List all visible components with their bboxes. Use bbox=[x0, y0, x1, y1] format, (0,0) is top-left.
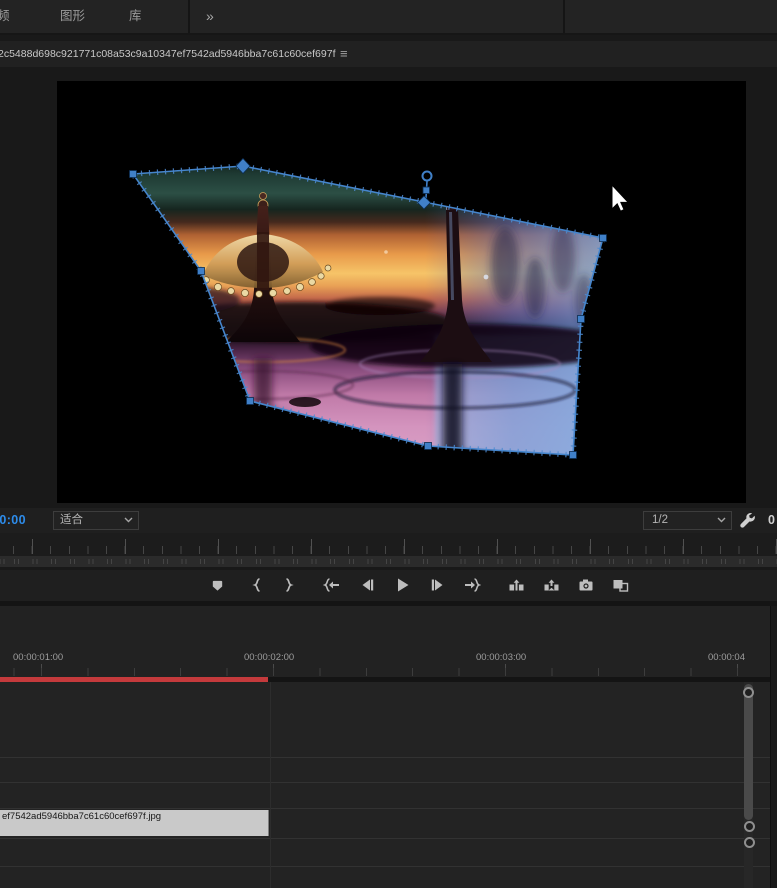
export-frame-button[interactable] bbox=[574, 574, 598, 596]
settings-wrench-button[interactable] bbox=[738, 511, 756, 529]
track-divider bbox=[0, 782, 770, 783]
transport-bar bbox=[0, 570, 777, 606]
handle-left-mid[interactable] bbox=[197, 267, 205, 275]
play-button[interactable] bbox=[390, 574, 414, 596]
step-back-icon bbox=[362, 579, 373, 591]
seek-ruler-major-ticks bbox=[0, 539, 777, 554]
wrench-icon bbox=[740, 513, 755, 528]
monitor-tab-title[interactable]: 2c5488d698c921771c08a53c9a10347ef7542ad5… bbox=[0, 41, 338, 67]
zoom-level-value: 适合 bbox=[60, 514, 83, 526]
track-divider bbox=[0, 757, 770, 758]
lift-button[interactable] bbox=[504, 574, 528, 596]
mark-out-icon bbox=[286, 578, 294, 592]
zoom-level-select[interactable]: 适合 bbox=[53, 511, 139, 530]
step-forward-icon bbox=[431, 579, 442, 591]
track-divider bbox=[0, 808, 770, 809]
step-forward-button[interactable] bbox=[425, 574, 449, 596]
scrollbar-knob-mid[interactable] bbox=[744, 821, 755, 832]
current-timecode[interactable]: 00:00 bbox=[0, 508, 26, 533]
timeline-panel: 00:00:01:00 00:00:02:00 00:00:03:00 00:0… bbox=[0, 606, 777, 888]
handle-right-mid[interactable] bbox=[577, 315, 585, 323]
monitor-tab-row: 2c5488d698c921771c08a53c9a10347ef7542ad5… bbox=[0, 41, 777, 69]
timeline-right-edge bbox=[770, 606, 777, 888]
panel-menu-icon[interactable]: ≡ bbox=[340, 41, 348, 67]
extract-icon bbox=[544, 579, 558, 590]
timeline-vertical-scrollbar-thumb[interactable] bbox=[744, 684, 753, 820]
tab-bar-divider bbox=[188, 0, 190, 33]
timeline-tracks[interactable]: ef7542ad5946bba7c61c60cef697f.jpg bbox=[0, 682, 770, 888]
handle-bottom-right[interactable] bbox=[569, 451, 577, 459]
playback-resolution-value: 1/2 bbox=[652, 514, 668, 526]
playback-resolution-select[interactable]: 1/2 bbox=[643, 511, 732, 530]
premiere-window: 频 图形 库 » 2c5488d698c921771c08a53c9a10347… bbox=[0, 0, 777, 888]
ruler-label: 00:00:01:00 bbox=[13, 652, 64, 663]
monitor-zoom-scrollbar[interactable] bbox=[0, 556, 777, 570]
ruler-label: 00:00:03:00 bbox=[476, 652, 527, 663]
go-to-out-button[interactable] bbox=[460, 574, 484, 596]
handle-anchor-ring[interactable] bbox=[421, 170, 433, 182]
monitor-seek-ruler[interactable] bbox=[0, 533, 777, 556]
handle-anchor-square[interactable] bbox=[422, 186, 430, 194]
track-divider bbox=[0, 866, 770, 867]
panel-overflow-chevron[interactable]: » bbox=[206, 0, 214, 33]
handle-top-right[interactable] bbox=[599, 234, 607, 242]
tab-library[interactable]: 库 bbox=[129, 0, 142, 33]
go-to-out-icon bbox=[465, 578, 481, 592]
monitor-control-row: 00:00 适合 1/2 0 bbox=[0, 508, 777, 533]
mark-in-icon bbox=[252, 578, 260, 592]
scrollbar-knob-top[interactable] bbox=[743, 687, 754, 698]
timeline-clip[interactable]: ef7542ad5946bba7c61c60cef697f.jpg bbox=[0, 810, 269, 836]
play-icon bbox=[397, 578, 408, 592]
zoom-scrollbar-ticks bbox=[0, 559, 777, 564]
chevron-down-icon bbox=[124, 517, 133, 523]
add-marker-button[interactable] bbox=[205, 574, 229, 596]
handle-top-left[interactable] bbox=[129, 170, 137, 178]
handle-bottom-mid[interactable] bbox=[424, 442, 432, 450]
lift-icon bbox=[509, 579, 523, 590]
go-to-in-icon bbox=[323, 578, 339, 592]
go-to-in-button[interactable] bbox=[320, 574, 344, 596]
track-divider bbox=[0, 838, 770, 839]
sequence-end-line bbox=[270, 682, 271, 888]
panel-tab-bar: 频 图形 库 » bbox=[0, 0, 777, 35]
chevron-down-icon bbox=[717, 517, 726, 523]
scrollbar-knob-bottom[interactable] bbox=[744, 837, 755, 848]
step-back-button[interactable] bbox=[355, 574, 379, 596]
mark-in-button[interactable] bbox=[245, 574, 269, 596]
marker-icon bbox=[212, 580, 222, 591]
ruler-label: 00:00:04 bbox=[708, 652, 745, 663]
mark-out-button[interactable] bbox=[277, 574, 301, 596]
duration-timecode-partial: 0 bbox=[768, 513, 775, 527]
extract-button[interactable] bbox=[539, 574, 563, 596]
handle-bottom-left[interactable] bbox=[246, 397, 254, 405]
camera-icon bbox=[579, 579, 593, 591]
comparison-view-icon bbox=[613, 579, 628, 592]
timeline-ruler-minor-ticks bbox=[0, 668, 770, 676]
program-monitor[interactable] bbox=[0, 67, 777, 508]
clip-label: ef7542ad5946bba7c61c60cef697f.jpg bbox=[2, 811, 162, 822]
tab-graphics[interactable]: 图形 bbox=[60, 0, 85, 33]
tab-bar-divider-2 bbox=[563, 0, 565, 33]
monitor-canvas bbox=[57, 81, 746, 503]
comparison-view-button[interactable] bbox=[608, 574, 632, 596]
ruler-label: 00:00:02:00 bbox=[244, 652, 295, 663]
tab-video[interactable]: 频 bbox=[0, 0, 10, 33]
